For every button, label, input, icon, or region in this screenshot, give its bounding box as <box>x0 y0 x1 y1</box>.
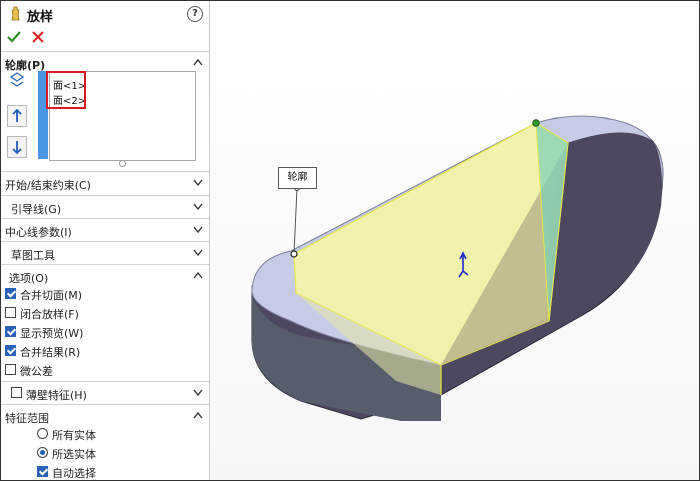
property-manager-panel: 放样 ? 轮廓(P) 面<1> 面<2> 开始/结束约束(C) 引导线(G) 中… <box>1 1 210 480</box>
divider <box>1 195 209 196</box>
feature-title: 放样 <box>27 10 54 25</box>
chevron-down-icon[interactable] <box>193 388 203 396</box>
loft-feature-icon <box>11 6 20 21</box>
profile-callout-label[interactable]: 轮廓 <box>278 167 317 189</box>
property-manager-title: 放样 ? <box>1 1 209 25</box>
checkbox[interactable] <box>5 307 16 318</box>
divider <box>1 241 209 242</box>
option-label: 合并结果(R) <box>20 346 81 359</box>
checkbox[interactable] <box>37 466 48 477</box>
chevron-up-icon[interactable] <box>193 271 203 279</box>
option-label: 自动选择 <box>52 467 96 480</box>
section-title: 中心线参数(I) <box>5 226 72 239</box>
help-icon[interactable]: ? <box>187 6 203 22</box>
highlight-annotation-box <box>46 71 86 109</box>
chevron-down-icon[interactable] <box>193 202 203 210</box>
start-end-constraints-header[interactable]: 开始/结束约束(C) <box>1 173 209 193</box>
graphics-area[interactable]: 轮廓 <box>210 1 699 480</box>
checkbox[interactable] <box>5 326 16 337</box>
guide-curves-header[interactable]: 引导线(G) <box>1 197 209 217</box>
checkbox[interactable] <box>5 288 16 299</box>
list-resize-handle[interactable] <box>119 160 126 167</box>
section-title: 薄壁特征(H) <box>26 389 87 402</box>
ok-button[interactable] <box>7 30 21 44</box>
loft-feature-window: 放样 ? 轮廓(P) 面<1> 面<2> 开始/结束约束(C) 引导线(G) 中… <box>0 0 700 481</box>
thin-feature-header[interactable]: 薄壁特征(H) <box>1 383 209 403</box>
cancel-button[interactable] <box>31 30 45 44</box>
option-label: 显示预览(W) <box>20 327 84 340</box>
checkbox[interactable] <box>5 345 16 356</box>
option-label: 闭合放样(F) <box>20 308 79 321</box>
chevron-down-icon[interactable] <box>193 178 203 186</box>
chevron-up-icon[interactable] <box>193 411 203 419</box>
section-title: 草图工具 <box>11 249 55 262</box>
radio-button[interactable] <box>37 428 48 439</box>
chevron-down-icon[interactable] <box>193 225 203 233</box>
options-section-header[interactable]: 选项(O) <box>1 266 209 286</box>
divider <box>1 218 209 219</box>
profile-icon <box>9 72 25 87</box>
section-title: 开始/结束约束(C) <box>5 179 91 192</box>
sketch-tools-header[interactable]: 草图工具 <box>1 243 209 263</box>
option-label: 微公差 <box>20 365 53 378</box>
section-title: 选项(O) <box>9 272 49 285</box>
callout-leader-line <box>293 187 298 255</box>
option-label: 所有实体 <box>52 429 96 442</box>
divider <box>1 264 209 265</box>
radio-button[interactable] <box>37 447 48 458</box>
move-down-button[interactable] <box>7 136 27 158</box>
move-up-button[interactable] <box>7 105 27 127</box>
section-title: 特征范围 <box>5 412 49 425</box>
profiles-section-header[interactable]: 轮廓(P) <box>1 53 209 73</box>
3d-model-view[interactable] <box>210 1 699 480</box>
arrow-up-icon <box>12 108 22 122</box>
chevron-up-icon[interactable] <box>193 58 203 66</box>
option-label: 所选实体 <box>52 448 96 461</box>
chevron-down-icon[interactable] <box>193 248 203 256</box>
checkbox[interactable] <box>5 364 16 375</box>
profile-start-point <box>290 250 298 258</box>
option-label: 合并切面(M) <box>20 289 83 302</box>
divider <box>1 171 209 172</box>
divider <box>1 404 209 405</box>
arrow-down-icon <box>12 141 22 155</box>
divider <box>1 51 209 52</box>
centerline-params-header[interactable]: 中心线参数(I) <box>1 220 209 240</box>
section-title: 引导线(G) <box>11 203 62 216</box>
divider <box>1 381 209 382</box>
connector-point <box>532 119 540 127</box>
thin-feature-checkbox[interactable] <box>11 387 22 398</box>
feature-scope-header[interactable]: 特征范围 <box>1 406 209 426</box>
